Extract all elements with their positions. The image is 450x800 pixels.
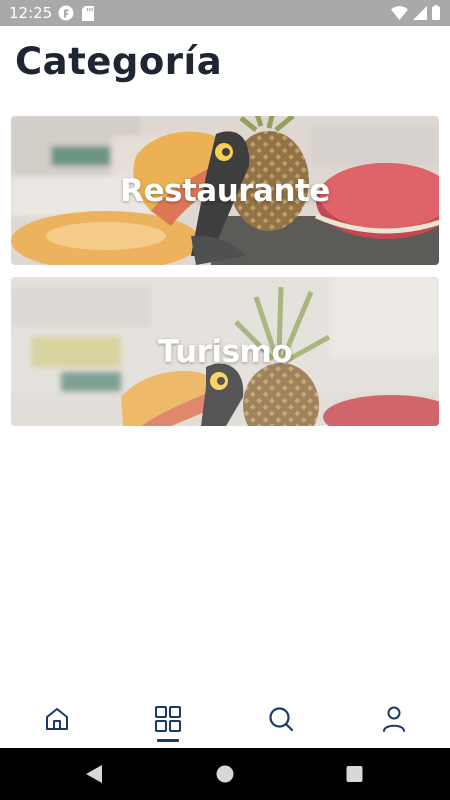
home-circle-icon[interactable] [216,764,234,784]
back-icon[interactable] [85,764,103,784]
active-tab-indicator [157,739,179,742]
system-navigation-bar [0,748,450,800]
user-icon [383,706,405,732]
category-label: Restaurante [120,172,330,209]
signal-icon [413,5,427,20]
category-label: Turismo [157,333,293,370]
category-card-restaurante[interactable]: Restaurante [11,116,439,265]
nav-search[interactable] [225,690,337,748]
search-icon [269,707,294,732]
wifi-icon [391,5,408,20]
grid-icon [155,706,181,732]
status-bar: 12:25 [0,0,450,26]
category-card-turismo[interactable]: Turismo [11,277,439,426]
sd-card-icon [82,5,94,21]
page-title: Categoría [15,40,223,83]
home-icon [46,708,68,730]
nav-home[interactable] [1,690,113,748]
bottom-navigation [0,690,450,748]
app-notification-icon [58,5,74,21]
status-time: 12:25 [9,4,53,22]
battery-icon [432,5,440,20]
nav-profile[interactable] [338,690,450,748]
recents-icon[interactable] [346,764,363,784]
